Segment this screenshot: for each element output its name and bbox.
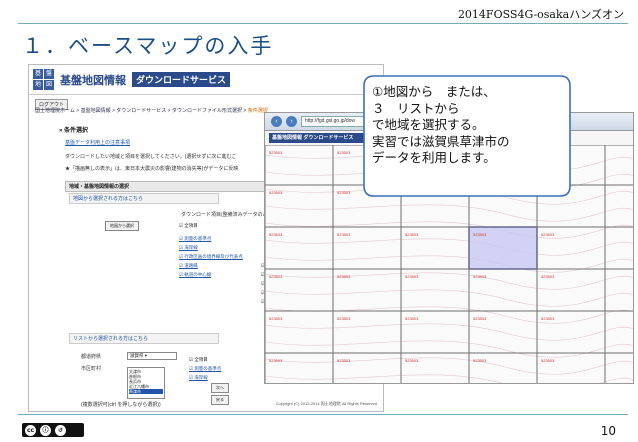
slide-header: 2014FOSS4G-osakaハンズオン — [457, 8, 624, 21]
tile-label: 523503 — [269, 358, 283, 363]
item-checklist: ☑ 全項目 ☑ 測量の基準点 ☑ 海岸線 ☑ 行政区画の境界線及び代表点 ☑ 道… — [179, 221, 243, 279]
terrain-line — [265, 221, 633, 239]
slide-title: １．ベースマップの入手 — [22, 34, 274, 58]
terrain-line — [265, 255, 633, 273]
tile-label: 523503 — [473, 316, 487, 321]
callout-text: ①地図から または、 ３ リストから で地域を選択する。 実習では滋賀県草津市の… — [372, 84, 510, 165]
service-title: ダウンロードサービス — [132, 72, 231, 87]
tile-label: 523503 — [405, 358, 419, 363]
checkbox-item[interactable]: ☑ 行政区画の境界線及び代表点 — [179, 252, 243, 261]
checkbox-item[interactable]: ☑ 軌道の中心線 — [179, 270, 243, 279]
breadcrumb-fgd[interactable]: 基盤地図情報 — [81, 108, 111, 114]
checkbox-item[interactable]: ☑ 道路縁 — [179, 261, 243, 270]
city-label: 市区町村 — [81, 366, 102, 372]
terrain-line — [265, 323, 633, 341]
tile-label: 523503 — [405, 274, 419, 279]
terrain-line — [265, 238, 633, 256]
terrain-line — [265, 340, 633, 358]
warning-text: ★「描画無しの表示」は、東日本大震災の影響(建物の消失等)がデータに反映 — [65, 166, 239, 172]
prefecture-select[interactable]: 滋賀県 ▾ — [127, 352, 177, 360]
checkbox-item[interactable]: ☑ 海岸線 — [179, 243, 243, 252]
site-banner: 基 盤 地 図 基盤地図情報 ダウンロードサービス — [29, 65, 383, 95]
tile-label: 523503 — [269, 274, 283, 279]
terrain-line — [265, 272, 633, 290]
copyright: Copyright (C) 2013-2014 国土地理院 All Rights… — [275, 401, 377, 406]
back-button[interactable]: 戻る — [211, 395, 229, 405]
terrain-line — [265, 306, 633, 324]
footer-divider — [18, 414, 628, 415]
site-logo: 基 盤 地 図 — [33, 69, 54, 90]
site-title: 基盤地図情報 — [60, 74, 126, 87]
tile-label: 523503 — [541, 232, 555, 237]
tile-label: 523503 — [269, 190, 283, 195]
page-number: 10 — [600, 424, 616, 438]
tile-label: 523503 — [541, 358, 555, 363]
tile-label: 523503 — [473, 232, 487, 237]
intro-text: ダウンロードしたい地域と項目を選択してください。(選択せずに次に進むこ — [65, 154, 237, 160]
tile-label: 523503 — [541, 274, 555, 279]
checkbox-all[interactable]: ☑ 全項目 — [179, 221, 243, 230]
tile-label: 523503 — [337, 150, 351, 155]
tile-label: 523503 — [269, 316, 283, 321]
tile-label: 523503 — [337, 232, 351, 237]
forward-icon[interactable]: › — [286, 116, 297, 127]
section-heading: » 条件選択 — [59, 128, 89, 134]
map-select-button[interactable]: 地図から選択 — [105, 221, 139, 231]
tile-label: 523503 — [405, 316, 419, 321]
breadcrumb-format[interactable]: ダウンロードファイル形式選択 — [172, 108, 242, 114]
tile-label: 523503 — [473, 358, 487, 363]
next-button[interactable]: 次へ — [211, 383, 229, 393]
sa-icon: ↺ — [55, 424, 66, 436]
terrain-line — [265, 289, 633, 307]
instruction-callout: ①地図から または、 ３ リストから で地域を選択する。 実習では滋賀県草津市の… — [360, 74, 572, 197]
terrain-line — [265, 357, 633, 375]
by-icon: ⓘ — [40, 424, 51, 436]
multi-select-note: (複数選択可(ctrl を押しながら選択)) — [81, 402, 161, 408]
tile-label: 523503 — [473, 274, 487, 279]
checkbox-item[interactable]: ☑ 測量の基準点 — [179, 234, 243, 243]
list-item-checklist: ☑ 全項目 ☑ 測量の基準点 ☑ 海岸線 — [189, 357, 222, 380]
breadcrumb-home[interactable]: 国土地理院ホーム — [35, 108, 75, 114]
breadcrumb: 国土地理院ホーム > 基盤地図情報 > ダウンロードサービス > ダウンロードフ… — [35, 108, 268, 114]
tile-label: 523503 — [269, 150, 283, 155]
notice-link[interactable]: 基盤データ利用上の注意事項 — [65, 139, 130, 146]
city-listbox[interactable]: 大津市 彦根市 長浜市 近江八幡市 草津市 — [127, 367, 165, 399]
list-select-panel-head: リストから選択される方はこちら — [69, 333, 219, 344]
map-select-panel-head: 地図から選択される方はこちら — [69, 193, 219, 204]
tile-label: 523503 — [337, 190, 351, 195]
tile-label: 523503 — [337, 316, 351, 321]
cc-icon: cc — [25, 424, 36, 436]
tile-label: 523503 — [337, 274, 351, 279]
city-option-selected[interactable]: 草津市 — [129, 389, 163, 394]
cc-by-sa-badge: cc ⓘ ↺ — [22, 423, 84, 437]
tile-label: 523503 — [405, 232, 419, 237]
tile-label: 523503 — [541, 316, 555, 321]
tile-label: 523503 — [337, 358, 351, 363]
tile-label: 523503 — [269, 232, 283, 237]
terrain-line — [265, 374, 633, 383]
header-divider — [18, 23, 628, 24]
back-icon[interactable]: ‹ — [271, 116, 282, 127]
prefecture-label: 都道府県 — [81, 354, 102, 360]
breadcrumb-download[interactable]: ダウンロードサービス — [116, 108, 166, 114]
